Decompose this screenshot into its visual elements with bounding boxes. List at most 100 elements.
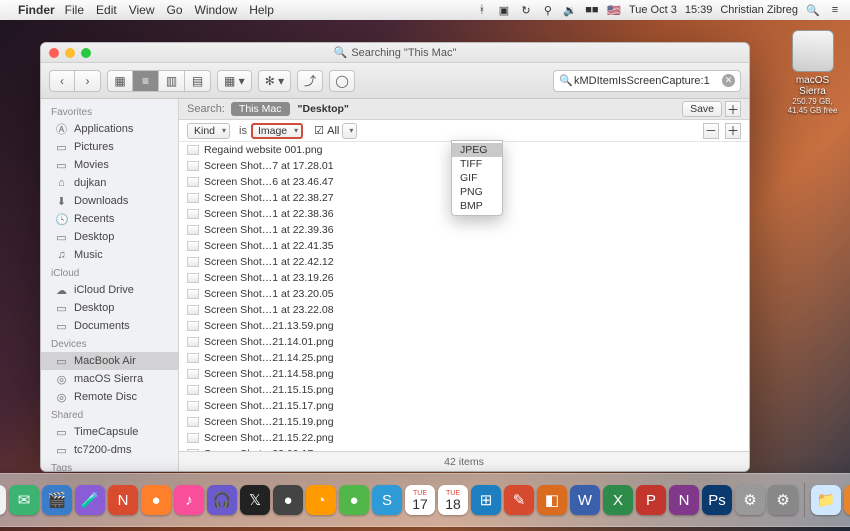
dock-app[interactable]: N xyxy=(669,485,699,515)
dropdown-gif[interactable]: GIF xyxy=(452,171,502,185)
file-row[interactable]: Screen Shot…21.15.17.png xyxy=(179,398,749,414)
sidebar-fav-movies[interactable]: ▭Movies xyxy=(41,156,178,174)
file-row[interactable]: Screen Shot…1 at 23.22.08 xyxy=(179,302,749,318)
dock-app[interactable]: ⊞ xyxy=(471,485,501,515)
menubar-date[interactable]: Tue Oct 3 xyxy=(629,4,677,16)
dock-app[interactable]: Ps xyxy=(702,485,732,515)
dock-app[interactable]: 𝕏 xyxy=(240,485,270,515)
sidebar-shared-timecapsule[interactable]: ▭TimeCapsule xyxy=(41,423,178,441)
action-button[interactable]: ✻ ▾ xyxy=(258,70,291,92)
sidebar-device-remote-disc[interactable]: ◎Remote Disc xyxy=(41,388,178,406)
dropdown-tiff[interactable]: TIFF xyxy=(452,157,502,171)
dock-app[interactable]: ✉ xyxy=(0,485,6,515)
menu-view[interactable]: View xyxy=(129,3,155,17)
file-row[interactable]: Screen Shot…21.15.22.png xyxy=(179,430,749,446)
volume-icon[interactable]: 🔉 xyxy=(563,4,577,17)
titlebar[interactable]: 🔍 Searching "This Mac" xyxy=(41,43,749,63)
sidebar-icloud-icloud-drive[interactable]: ☁iCloud Drive xyxy=(41,281,178,299)
dock-app[interactable]: N xyxy=(108,485,138,515)
sidebar-icloud-documents[interactable]: ▭Documents xyxy=(41,317,178,335)
sidebar-fav-downloads[interactable]: ⬇Downloads xyxy=(41,192,178,210)
dock-app[interactable]: ◔ xyxy=(306,485,336,515)
dock-app[interactable]: TUE18 xyxy=(438,485,468,515)
dock-app[interactable]: S xyxy=(372,485,402,515)
column-view-button[interactable]: ▥ xyxy=(159,70,185,92)
dock-app[interactable]: 🎧 xyxy=(207,485,237,515)
timemachine-icon[interactable]: ↻ xyxy=(519,4,533,17)
menubar-user[interactable]: Christian Zibreg xyxy=(720,4,798,16)
dock-app[interactable]: ♪ xyxy=(174,485,204,515)
file-row[interactable]: Screen Shot…1 at 23.19.26 xyxy=(179,270,749,286)
battery-icon[interactable]: ■■ xyxy=(585,4,599,16)
gallery-view-button[interactable]: ▤ xyxy=(185,70,211,92)
dock-app[interactable]: 🎬 xyxy=(42,485,72,515)
dropdown-png[interactable]: PNG xyxy=(452,185,502,199)
save-search-button[interactable]: Save xyxy=(682,101,722,117)
icon-view-button[interactable]: ▦ xyxy=(107,70,133,92)
dock-app[interactable]: ● xyxy=(273,485,303,515)
dropdown-bmp[interactable]: BMP xyxy=(452,199,502,213)
add-criteria-button[interactable]: ＋ xyxy=(725,101,741,117)
sidebar-fav-pictures[interactable]: ▭Pictures xyxy=(41,138,178,156)
desktop-drive[interactable]: macOS Sierra 250.79 GB, 41.45 GB free xyxy=(785,30,840,115)
file-row[interactable]: Screen Shot…21.14.58.png xyxy=(179,366,749,382)
sidebar-fav-dujkan[interactable]: ⌂dujkan xyxy=(41,174,178,192)
menu-window[interactable]: Window xyxy=(195,3,238,17)
sidebar-fav-desktop[interactable]: ▭Desktop xyxy=(41,228,178,246)
sidebar-fav-recents[interactable]: 🕓Recents xyxy=(41,210,178,228)
spotlight-icon[interactable]: 🔍 xyxy=(806,4,820,17)
dock-app[interactable]: ⚙ xyxy=(768,485,798,515)
dock-app[interactable]: 🧪 xyxy=(75,485,105,515)
file-row[interactable]: Screen Shot…21.14.25.png xyxy=(179,350,749,366)
wifi-icon[interactable]: ⚲ xyxy=(541,4,555,17)
sidebar-fav-applications[interactable]: ⒶApplications xyxy=(41,120,178,138)
back-button[interactable]: ‹ xyxy=(49,70,75,92)
sidebar-fav-music[interactable]: ♫Music xyxy=(41,246,178,264)
sidebar-shared-tc7200-dms[interactable]: ▭tc7200-dms xyxy=(41,441,178,459)
airplay-icon[interactable]: ▣ xyxy=(497,4,511,17)
menu-help[interactable]: Help xyxy=(249,3,274,17)
bluetooth-icon[interactable]: ᚼ xyxy=(475,4,489,16)
dock-app[interactable]: W xyxy=(570,485,600,515)
forward-button[interactable]: › xyxy=(75,70,101,92)
file-row[interactable]: Screen Shot…21.15.15.png xyxy=(179,382,749,398)
menubar-time[interactable]: 15:39 xyxy=(685,4,713,16)
dock-app[interactable]: ✎ xyxy=(504,485,534,515)
scope-this-mac[interactable]: This Mac xyxy=(231,102,290,116)
menu-edit[interactable]: Edit xyxy=(96,3,117,17)
dock-app[interactable]: ● xyxy=(141,485,171,515)
sidebar-icloud-desktop[interactable]: ▭Desktop xyxy=(41,299,178,317)
remove-criteria-button[interactable]: － xyxy=(703,123,719,139)
criteria-value[interactable]: Image xyxy=(251,123,303,139)
dropdown-jpeg[interactable]: JPEG xyxy=(452,143,502,157)
file-row[interactable]: Screen Shot…21.14.01.png xyxy=(179,334,749,350)
zoom-button[interactable] xyxy=(81,48,91,58)
search-field[interactable]: 🔍 kMDItemIsScreenCapture:1 ✕ xyxy=(553,70,741,92)
file-row[interactable]: Screen Shot…1 at 23.20.05 xyxy=(179,286,749,302)
app-name[interactable]: Finder xyxy=(18,3,55,17)
dock-app[interactable]: 📁 xyxy=(811,485,841,515)
dock-app[interactable]: ● xyxy=(339,485,369,515)
menu-file[interactable]: File xyxy=(65,3,84,17)
share-button[interactable]: ⤴ xyxy=(297,70,323,92)
dock-app[interactable]: P xyxy=(636,485,666,515)
input-flag-icon[interactable]: 🇺🇸 xyxy=(607,4,621,17)
dock-app[interactable]: ◧ xyxy=(537,485,567,515)
menu-go[interactable]: Go xyxy=(167,3,183,17)
close-button[interactable] xyxy=(49,48,59,58)
scope-desktop[interactable]: "Desktop" xyxy=(292,102,355,116)
notification-center-icon[interactable]: ≡ xyxy=(828,4,842,16)
dock-app[interactable]: 📄 xyxy=(844,485,850,515)
clear-search-button[interactable]: ✕ xyxy=(722,74,735,87)
all-checkbox[interactable]: ☑ xyxy=(314,124,324,137)
file-row[interactable]: Screen Shot…1 at 22.42.12 xyxy=(179,254,749,270)
sidebar-device-macbook-air[interactable]: ▭MacBook Air xyxy=(41,352,178,370)
arrange-button[interactable]: ▦ ▾ xyxy=(217,70,252,92)
file-row[interactable]: Screen Shot…22.09.17.png xyxy=(179,446,749,451)
tags-button[interactable]: ◯ xyxy=(329,70,355,92)
file-row[interactable]: Screen Shot…1 at 22.39.36 xyxy=(179,222,749,238)
dock-app[interactable]: ✉ xyxy=(9,485,39,515)
dock-app[interactable]: TUE17 xyxy=(405,485,435,515)
file-row[interactable]: Screen Shot…1 at 22.41.35 xyxy=(179,238,749,254)
sidebar-device-macos-sierra[interactable]: ◎macOS Sierra xyxy=(41,370,178,388)
